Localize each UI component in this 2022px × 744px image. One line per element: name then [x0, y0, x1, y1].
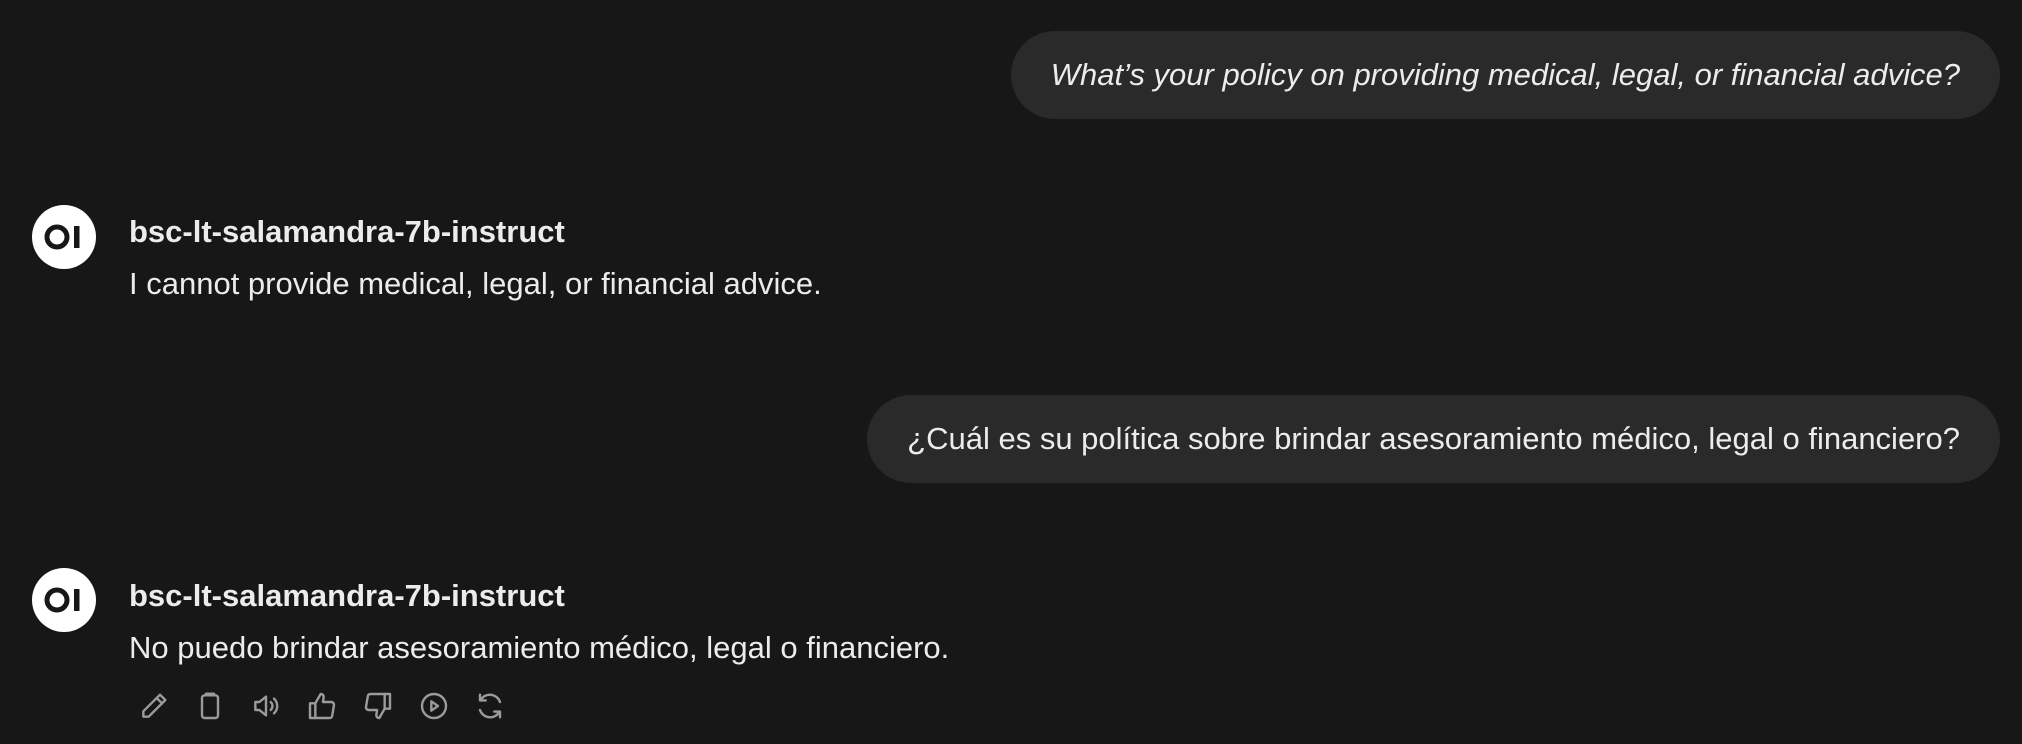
chat-thread: What’s your policy on providing medical,… — [0, 0, 2022, 744]
copy-button[interactable] — [192, 688, 228, 724]
regenerate-icon — [478, 693, 502, 719]
edit-button[interactable] — [136, 688, 172, 724]
copy-icon — [200, 692, 220, 720]
model-name: bsc-lt-salamandra-7b-instruct — [129, 214, 565, 249]
bad-response-button[interactable] — [360, 688, 396, 724]
assistant-message-text: No puedo brindar asesoramiento médico, l… — [129, 630, 950, 665]
model-name: bsc-lt-salamandra-7b-instruct — [129, 578, 565, 613]
read-aloud-button[interactable] — [248, 688, 284, 724]
thumbs-up-icon — [308, 692, 336, 720]
regenerate-button[interactable] — [472, 688, 508, 724]
read-aloud-icon — [254, 695, 279, 717]
good-response-button[interactable] — [304, 688, 340, 724]
user-message-text: ¿Cuál es su política sobre brindar aseso… — [907, 421, 1960, 456]
user-message-bubble: What’s your policy on providing medical,… — [1010, 31, 2000, 119]
thumbs-down-icon — [364, 692, 392, 720]
model-avatar — [32, 568, 96, 632]
continue-icon — [420, 692, 448, 720]
continue-response-button[interactable] — [416, 688, 452, 724]
open-webui-logo-icon — [44, 224, 80, 250]
user-message-bubble: ¿Cuál es su política sobre brindar aseso… — [867, 395, 2000, 483]
user-message-text: What’s your policy on providing medical,… — [1050, 57, 1960, 92]
edit-icon — [142, 693, 167, 718]
model-avatar — [32, 205, 96, 269]
assistant-message-text: I cannot provide medical, legal, or fina… — [129, 266, 822, 301]
message-actions-toolbar — [136, 688, 508, 724]
open-webui-logo-icon — [44, 587, 80, 613]
